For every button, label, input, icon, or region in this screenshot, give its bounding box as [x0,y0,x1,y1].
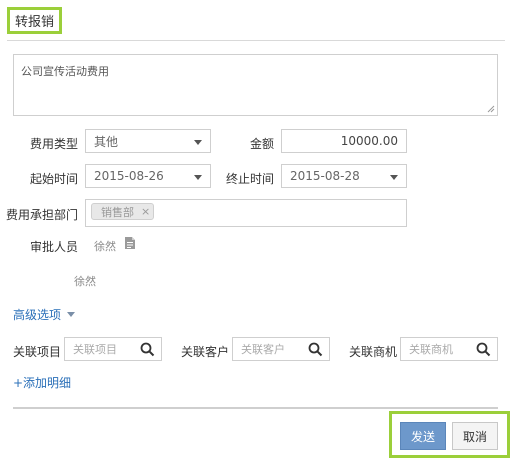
description-text: 公司宣传活动费用 [21,65,109,78]
chevron-down-icon [194,140,202,145]
advanced-options-toggle[interactable]: 高级选项 [13,306,76,323]
chevron-down-icon [194,175,202,180]
department-tag-label: 销售部 [101,205,134,219]
start-time-select[interactable]: 2015-08-26 [85,164,211,188]
related-customer-input[interactable]: 关联客户 [232,337,330,361]
related-project-input[interactable]: 关联项目 [64,337,162,361]
advanced-options-label: 高级选项 [13,308,62,322]
related-project-label: 关联项目 [13,345,62,359]
amount-input[interactable]: 10000.00 [281,129,407,153]
end-time-label: 终止时间 [225,172,274,186]
expense-type-value: 其他 [94,134,119,149]
chevron-down-icon [390,175,398,180]
end-time-select[interactable]: 2015-08-28 [281,164,407,188]
description-textarea[interactable]: 公司宣传活动费用 [13,54,498,116]
approver-name: 徐然 [94,240,116,253]
header-divider [7,40,505,41]
department-input[interactable]: 销售部 × [85,199,407,227]
related-project-placeholder: 关联项目 [73,343,117,356]
department-tag: 销售部 × [91,203,154,220]
document-icon[interactable] [124,236,136,250]
related-opportunity-placeholder: 关联商机 [409,343,453,356]
department-label: 费用承担部门 [5,208,78,222]
start-time-label: 起始时间 [29,172,78,186]
approver-label: 审批人员 [29,240,78,254]
related-customer-placeholder: 关联客户 [241,343,285,356]
search-icon[interactable] [140,342,155,357]
start-time-value: 2015-08-26 [94,169,164,183]
add-detail-link[interactable]: +添加明细 [13,374,71,391]
end-time-value: 2015-08-28 [290,169,360,183]
send-button[interactable]: 发送 [400,422,446,450]
expense-type-select[interactable]: 其他 [85,129,211,153]
footer-divider [13,407,498,409]
search-icon[interactable] [476,342,491,357]
related-opportunity-input[interactable]: 关联商机 [400,337,498,361]
page-title: 转报销 [14,15,54,30]
related-customer-label: 关联客户 [181,345,230,359]
selected-approver: 徐然 [74,275,96,288]
search-icon[interactable] [308,342,323,357]
resize-grip-icon[interactable] [487,105,495,113]
related-opportunity-label: 关联商机 [349,345,398,359]
close-icon[interactable]: × [141,205,150,218]
amount-value: 10000.00 [340,134,398,148]
chevron-down-icon [67,312,76,317]
cancel-button[interactable]: 取消 [452,422,498,450]
amount-label: 金额 [249,137,274,151]
expense-type-label: 费用类型 [29,137,78,151]
title-highlight-box: 转报销 [7,7,62,34]
